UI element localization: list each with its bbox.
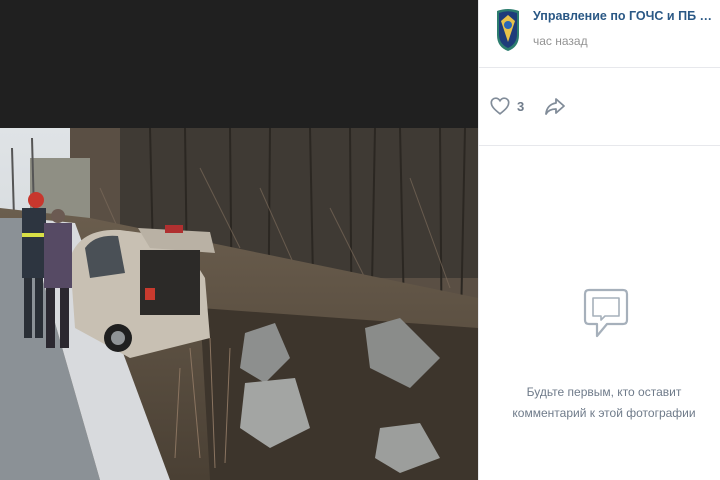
photo-viewer — [0, 0, 478, 480]
post-author-link[interactable]: Управление по ГОЧС и ПБ Мурманской облас… — [533, 9, 717, 23]
post-time[interactable]: час назад — [533, 34, 588, 48]
share-arrow-icon — [545, 98, 565, 115]
heart-outline-icon — [490, 97, 510, 115]
comment-bubble-icon — [583, 288, 629, 338]
like-button[interactable]: 3 — [489, 94, 524, 118]
empty-comments-text: Будьте первым, кто оставит комментарий к… — [512, 385, 696, 420]
emblem-shield-icon[interactable] — [495, 7, 521, 53]
post-sidebar: Управление по ГОЧС и ПБ Мурманской облас… — [478, 0, 720, 480]
like-count: 3 — [517, 98, 525, 114]
post-actions: 3 — [479, 68, 720, 146]
comments-empty-state: Будьте первым, кто оставит комментарий к… — [479, 146, 720, 480]
share-button[interactable] — [543, 94, 567, 118]
accident-photo — [0, 128, 478, 480]
post-header: Управление по ГОЧС и ПБ Мурманской облас… — [479, 0, 720, 68]
